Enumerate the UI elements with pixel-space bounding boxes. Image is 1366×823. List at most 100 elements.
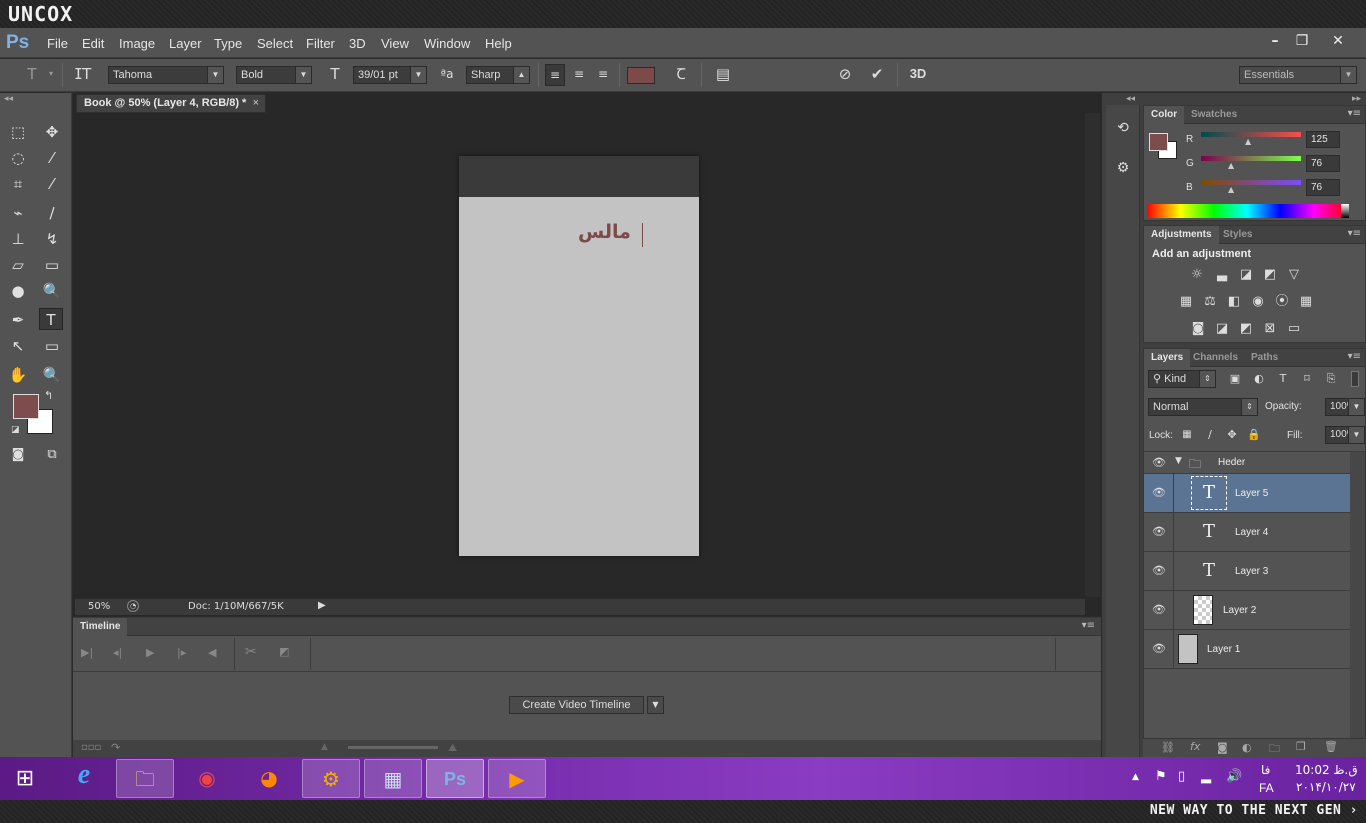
filter-adjustment-icon[interactable]: ◐ (1250, 370, 1268, 388)
filter-kind-select[interactable]: ⚲ Kind ⇕ (1148, 370, 1216, 388)
document-canvas[interactable] (459, 156, 699, 556)
marquee-tool-icon[interactable]: ⬚ (6, 121, 30, 143)
vibrance-icon[interactable]: ▽ (1285, 266, 1303, 284)
foreground-color-swatch[interactable] (13, 394, 39, 419)
canvas-text-layer[interactable]: مالس (578, 221, 631, 243)
timeline-mode-chevron-down-icon[interactable]: ▼ (647, 696, 664, 714)
hue-saturation-icon[interactable]: ▦ (1177, 293, 1195, 311)
menu-edit[interactable]: Edit (82, 36, 104, 51)
character-panel-icon[interactable]: ▤ (712, 64, 734, 84)
color-spectrum-ramp[interactable] (1147, 204, 1347, 218)
battery-icon[interactable]: ▯ (1178, 769, 1185, 784)
crop-tool-icon[interactable]: ⌗ (6, 173, 30, 195)
eye-icon[interactable]: 👁 (1152, 642, 1166, 656)
color-balance-icon[interactable]: ⚖ (1201, 293, 1219, 311)
menu-layer[interactable]: Layer (169, 36, 202, 51)
tab-layers[interactable]: Layers (1144, 349, 1191, 367)
eye-icon[interactable]: 👁 (1152, 486, 1166, 500)
language-short[interactable]: فا (1261, 763, 1270, 777)
file-explorer-icon[interactable]: 🗀 (116, 759, 174, 798)
layer-row[interactable]: 👁 Layer 1 (1144, 630, 1350, 669)
close-tab-icon[interactable]: × (253, 95, 259, 112)
document-tab[interactable]: Book @ 50% (Layer 4, RGB/8) * × (76, 94, 266, 113)
green-value-field[interactable]: 76 (1306, 155, 1340, 172)
green-slider-handle[interactable]: ▲ (1228, 161, 1234, 170)
windows-start-icon[interactable]: ⊞ (0, 759, 50, 798)
clone-stamp-tool-icon[interactable]: ⊥ (6, 228, 30, 250)
healing-brush-tool-icon[interactable]: ⌁ (6, 202, 30, 224)
threshold-icon[interactable]: ◩ (1237, 320, 1255, 338)
tab-paths[interactable]: Paths (1244, 349, 1285, 367)
filter-pixel-icon[interactable]: ▣ (1226, 370, 1244, 388)
antialias-select[interactable]: Sharp ▲ (466, 66, 530, 84)
font-style-select[interactable]: Bold ▼ (236, 66, 312, 84)
create-video-timeline-button[interactable]: Create Video Timeline (509, 696, 644, 714)
invert-icon[interactable]: ◙ (1189, 320, 1207, 338)
tab-adjustments[interactable]: Adjustments (1144, 226, 1219, 244)
add-mask-icon[interactable]: ◙ (1217, 741, 1228, 754)
panel-menu-icon[interactable]: ▾≡ (1348, 108, 1361, 119)
new-adjustment-icon[interactable]: ◐ (1242, 741, 1252, 754)
delete-layer-icon[interactable]: 🗑 (1324, 740, 1338, 753)
color-lookup-icon[interactable]: ▦ (1297, 293, 1315, 311)
blue-value-field[interactable]: 76 (1306, 179, 1340, 196)
next-frame-icon[interactable]: |▸ (177, 646, 186, 659)
menu-image[interactable]: Image (119, 36, 155, 51)
audio-icon[interactable]: ◀ (208, 646, 216, 659)
fill-field[interactable]: 100% ▼ (1325, 426, 1365, 444)
photo-filter-icon[interactable]: ◉ (1249, 293, 1267, 311)
brush-tool-icon[interactable]: ∕ (40, 202, 64, 224)
tab-swatches[interactable]: Swatches (1184, 106, 1244, 124)
menu-view[interactable]: View (381, 36, 409, 51)
zoom-out-icon[interactable]: ▲ (321, 742, 328, 752)
hand-tool-icon[interactable]: ✋ (6, 364, 30, 386)
eye-icon[interactable]: 👁 (1152, 525, 1166, 539)
tab-styles[interactable]: Styles (1216, 226, 1259, 244)
collapse-icon[interactable]: ◂◂ (4, 94, 13, 104)
java-ee-ide-icon[interactable]: ⚙ (302, 759, 360, 798)
curves-icon[interactable]: ◪ (1237, 266, 1255, 284)
posterize-icon[interactable]: ◪ (1213, 320, 1231, 338)
history-brush-tool-icon[interactable]: ↯ (40, 228, 64, 250)
convert-icon[interactable]: ↷ (111, 741, 120, 754)
levels-icon[interactable]: ▃ (1213, 266, 1231, 284)
group-expand-chevron-icon[interactable]: ▼ (1175, 456, 1182, 466)
panel-menu-icon[interactable]: ▾≡ (1082, 620, 1095, 631)
quick-select-tool-icon[interactable]: ⁄ (40, 147, 64, 169)
black-white-icon[interactable]: ◧ (1225, 293, 1243, 311)
network-icon[interactable]: ▂ (1201, 769, 1211, 784)
align-right-icon[interactable]: ≡ (593, 64, 613, 84)
volume-icon[interactable]: 🔊 (1226, 769, 1242, 784)
cancel-edit-icon[interactable]: ⊘ (834, 64, 856, 84)
font-family-select[interactable]: Tahoma ▼ (108, 66, 224, 84)
first-frame-icon[interactable]: ▶| (81, 646, 93, 659)
language-indicator[interactable]: FA (1259, 781, 1274, 795)
link-layers-icon[interactable]: ⛓ (1161, 741, 1175, 754)
warp-text-icon[interactable]: Ꞇ (670, 64, 692, 84)
filter-smart-object-icon[interactable]: ⎘ (1322, 370, 1340, 388)
lasso-tool-icon[interactable]: ◌ (6, 147, 30, 169)
transition-icon[interactable]: ◩ (279, 645, 289, 658)
gradient-tool-icon[interactable]: ▭ (40, 254, 64, 276)
default-colors-icon[interactable]: ◪ (11, 425, 20, 435)
fx-icon[interactable]: fx (1190, 740, 1200, 753)
media-app-icon[interactable]: ▦ (364, 759, 422, 798)
menu-select[interactable]: Select (257, 36, 293, 51)
blur-tool-icon[interactable]: ● (6, 280, 30, 302)
pen-tool-icon[interactable]: ✒ (6, 309, 30, 331)
status-menu-arrow-icon[interactable]: ▶ (318, 600, 326, 611)
exposure-icon[interactable]: ◩ (1261, 266, 1279, 284)
opacity-field[interactable]: 100% ▼ (1325, 398, 1365, 416)
restore-button[interactable]: ❐ (1289, 31, 1315, 51)
photoshop-taskbar-icon[interactable]: Ps (426, 759, 484, 798)
panel-menu-icon[interactable]: ▾≡ (1348, 228, 1361, 239)
layer-group-row[interactable]: 👁 ▼ 🗀 Heder (1144, 452, 1350, 474)
zoom-level[interactable]: 50% (88, 601, 110, 612)
layer-name[interactable]: Layer 3 (1235, 566, 1268, 577)
split-scissors-icon[interactable]: ✂ (245, 644, 257, 660)
blue-slider-handle[interactable]: ▲ (1228, 185, 1234, 194)
red-value-field[interactable]: 125 (1306, 131, 1340, 148)
text-color-swatch[interactable] (627, 67, 655, 84)
screen-mode-icon[interactable]: ⧉ (40, 444, 64, 466)
internet-explorer-icon[interactable]: e (55, 759, 113, 798)
